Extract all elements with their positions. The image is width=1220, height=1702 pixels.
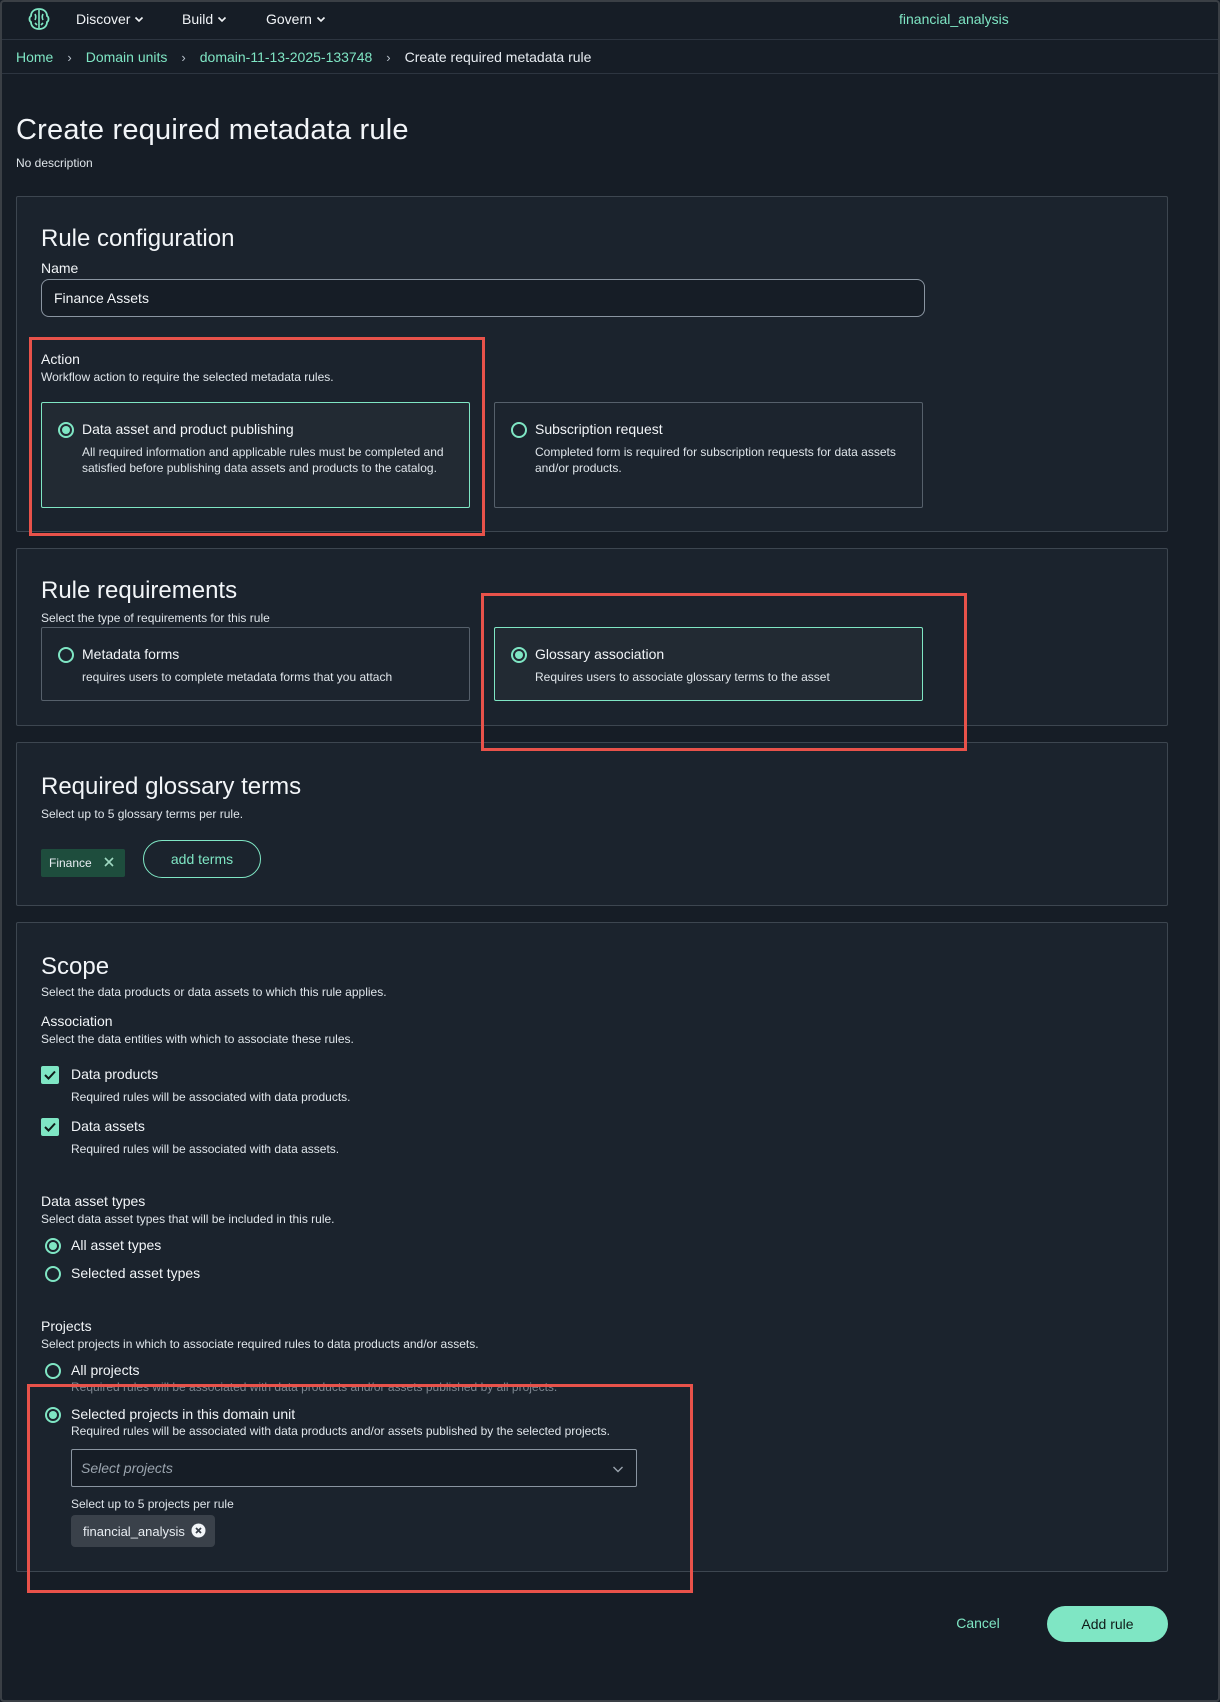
radio-button[interactable] — [511, 647, 527, 663]
rule-configuration-title: Rule configuration — [41, 225, 235, 252]
chevron-right-icon: › — [386, 49, 391, 65]
rule-requirements-description: Select the type of requirements for this… — [41, 611, 270, 625]
remove-circle-icon[interactable] — [191, 1523, 206, 1538]
top-navigation: Discover Build Govern financial_analysis — [0, 0, 1220, 40]
asset-types-label: Data asset types — [41, 1193, 146, 1209]
glossary-terms-panel: Required glossary terms Select up to 5 g… — [16, 742, 1168, 906]
data-products-label: Data products — [71, 1066, 159, 1082]
association-label: Association — [41, 1013, 113, 1029]
action-description: Workflow action to require the selected … — [41, 370, 334, 384]
scope-title: Scope — [41, 953, 110, 980]
radio-button[interactable] — [58, 647, 74, 663]
breadcrumb: Home › Domain units › domain-11-13-2025-… — [16, 49, 591, 65]
chevron-down-icon — [135, 16, 144, 23]
data-assets-checkbox[interactable] — [41, 1118, 59, 1136]
breadcrumb-domain[interactable]: domain-11-13-2025-133748 — [200, 49, 373, 65]
all-asset-types-radio[interactable] — [45, 1238, 61, 1254]
scope-description: Select the data products or data assets … — [41, 985, 387, 999]
requirement-option-description: requires users to complete metadata form… — [82, 670, 393, 684]
chevron-down-icon — [316, 16, 325, 23]
all-projects-label: All projects — [71, 1362, 140, 1378]
add-terms-button[interactable]: add terms — [143, 840, 261, 878]
asset-types-description: Select data asset types that will be inc… — [41, 1212, 335, 1226]
project-switcher[interactable]: financial_analysis — [899, 11, 1009, 27]
requirement-option-title: Glossary association — [535, 646, 665, 662]
nav-discover[interactable]: Discover — [76, 11, 144, 27]
page-title: Create required metadata rule — [16, 114, 409, 146]
cancel-button[interactable]: Cancel — [940, 1605, 1016, 1641]
action-label: Action — [41, 351, 80, 367]
action-option-description: All required information and applicable … — [82, 445, 444, 475]
select-projects-placeholder: Select projects — [81, 1460, 173, 1476]
breadcrumb-home[interactable]: Home — [16, 49, 53, 65]
glossary-term-label: Finance — [49, 856, 92, 870]
data-products-description: Required rules will be associated with d… — [71, 1090, 351, 1104]
selected-asset-types-radio[interactable] — [45, 1266, 61, 1282]
select-projects-dropdown[interactable]: Select projects — [71, 1449, 637, 1487]
close-icon[interactable] — [102, 855, 116, 869]
projects-description: Select projects in which to associate re… — [41, 1337, 479, 1351]
glossary-terms-description: Select up to 5 glossary terms per rule. — [41, 807, 244, 821]
chevron-down-icon — [613, 1466, 623, 1473]
breadcrumb-domain-units[interactable]: Domain units — [86, 49, 168, 65]
checkmark-icon — [44, 1122, 56, 1132]
requirement-option-glossary[interactable]: Glossary association Requires users to a… — [494, 627, 923, 701]
action-option-publishing[interactable]: Data asset and product publishing All re… — [41, 402, 470, 508]
select-projects-hint: Select up to 5 projects per rule — [71, 1497, 234, 1511]
selected-projects-description: Required rules will be associated with d… — [71, 1424, 610, 1438]
association-description: Select the data entities with which to a… — [41, 1032, 354, 1046]
breadcrumb-current: Create required metadata rule — [404, 49, 592, 65]
radio-button[interactable] — [511, 422, 527, 438]
rule-requirements-title: Rule requirements — [41, 577, 238, 604]
requirement-option-metadata-forms[interactable]: Metadata forms requires users to complet… — [41, 627, 470, 701]
chevron-right-icon: › — [181, 49, 186, 65]
data-products-checkbox[interactable] — [41, 1066, 59, 1084]
selected-projects-radio[interactable] — [45, 1407, 61, 1423]
all-asset-types-label: All asset types — [71, 1237, 162, 1253]
chevron-down-icon — [218, 16, 227, 23]
chevron-right-icon: › — [67, 49, 72, 65]
glossary-terms-title: Required glossary terms — [41, 773, 302, 800]
nav-build[interactable]: Build — [182, 11, 227, 27]
rule-name-input[interactable] — [41, 279, 925, 317]
action-option-subscription[interactable]: Subscription request Completed form is r… — [494, 402, 923, 508]
data-assets-label: Data assets — [71, 1118, 145, 1134]
nav-govern[interactable]: Govern — [266, 11, 326, 27]
projects-label: Projects — [41, 1318, 92, 1334]
project-chip: financial_analysis — [71, 1515, 215, 1547]
action-option-description: Completed form is required for subscript… — [535, 445, 896, 475]
rule-requirements-panel: Rule requirements Select the type of req… — [16, 548, 1168, 726]
name-label: Name — [41, 260, 79, 276]
brain-logo-icon[interactable] — [26, 6, 52, 32]
scope-panel: Scope Select the data products or data a… — [16, 922, 1168, 1572]
add-rule-button[interactable]: Add rule — [1047, 1606, 1168, 1642]
action-option-title: Subscription request — [535, 421, 663, 437]
page-description: No description — [16, 156, 93, 170]
radio-button[interactable] — [58, 422, 74, 438]
requirement-option-description: Requires users to associate glossary ter… — [535, 670, 830, 684]
action-option-title: Data asset and product publishing — [82, 421, 294, 437]
selected-projects-label: Selected projects in this domain unit — [71, 1406, 296, 1422]
project-chip-label: financial_analysis — [83, 1523, 185, 1539]
all-projects-radio[interactable] — [45, 1363, 61, 1379]
selected-asset-types-label: Selected asset types — [71, 1265, 201, 1281]
data-assets-description: Required rules will be associated with d… — [71, 1142, 340, 1156]
checkmark-icon — [44, 1070, 56, 1080]
breadcrumb-divider — [0, 73, 1220, 74]
rule-configuration-panel: Rule configuration Name Action Workflow … — [16, 196, 1168, 532]
all-projects-description: Required rules will be associated with d… — [71, 1380, 558, 1394]
requirement-option-title: Metadata forms — [82, 646, 180, 662]
glossary-term-chip: Finance — [41, 849, 125, 877]
